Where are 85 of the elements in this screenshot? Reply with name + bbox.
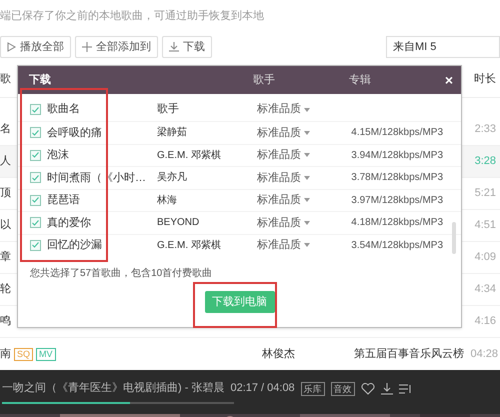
duration-text: 4:16 — [474, 314, 497, 330]
song-title: 琵琶语 — [47, 193, 81, 208]
playlist-icon[interactable] — [398, 382, 413, 394]
song-title: 泡沫 — [47, 148, 70, 163]
song-title: 会呼吸的痛 — [47, 126, 103, 140]
song-title: 时间煮雨（《小时… — [47, 170, 147, 186]
column-header: 歌 — [0, 72, 11, 88]
checkbox[interactable] — [30, 104, 41, 115]
plus-icon — [82, 42, 92, 52]
column-header: 歌曲名 — [47, 102, 81, 118]
checkbox[interactable] — [30, 194, 41, 206]
file-size-text: 4.15M/128kbps/MP3 — [351, 126, 443, 140]
caret-icon — [304, 176, 310, 180]
checkbox[interactable] — [30, 150, 41, 161]
singer-text: 林俊杰 — [262, 346, 296, 362]
checkbox[interactable] — [30, 172, 41, 184]
column-header: 歌手 — [253, 72, 275, 88]
quality-dropdown[interactable]: 标准品质 — [257, 192, 310, 208]
song-title: 人 — [0, 154, 11, 170]
quality-dropdown[interactable]: 标准品质 — [257, 214, 310, 231]
time-text: 02:17 / 04:08 — [230, 381, 295, 396]
tag: SQ — [14, 348, 34, 360]
file-size-text: 3.97M/128kbps/MP3 — [351, 194, 443, 208]
song-title: 章 — [0, 250, 11, 266]
source-select[interactable]: 来自MI 5 — [386, 36, 500, 58]
scrollbar-thumb[interactable] — [452, 222, 456, 254]
column-header: 时长 — [474, 72, 497, 88]
song-title: 真的爱你 — [47, 216, 92, 230]
toolbar-button[interactable]: 下载 — [162, 36, 212, 58]
singer-text: 吴亦凡 — [157, 170, 188, 186]
heart-icon[interactable] — [360, 382, 375, 394]
song-title: 名 — [0, 122, 11, 138]
toolbar-button[interactable]: 播放全部 — [0, 36, 71, 58]
file-size-text: 3.54M/128kbps/MP3 — [351, 238, 443, 253]
player-toggle[interactable]: 乐库 — [300, 382, 325, 396]
duration-text: 3:28 — [474, 154, 497, 170]
quality-dropdown[interactable]: 标准品质 — [257, 147, 310, 164]
caret-icon — [304, 243, 310, 248]
notice-text: 端已保存了你之前的本地歌曲，可通过助手恢复到本地 — [0, 8, 265, 24]
now-playing-text: 一吻之间（《青年医生》电视剧插曲) - 张碧晨 — [2, 380, 224, 396]
quality-dropdown[interactable]: 标准品质 — [257, 101, 310, 118]
file-size-text: 4.18M/128kbps/MP3 — [351, 216, 443, 230]
song-title: 南 — [0, 346, 11, 362]
summary-text: 您共选择了57首歌曲，包含10首付费歌曲 — [30, 266, 214, 281]
quality-dropdown[interactable]: 标准品质 — [257, 237, 310, 254]
duration-text: 04:28 — [469, 346, 499, 362]
song-title: 顶 — [0, 186, 11, 202]
tag: MV — [36, 348, 56, 360]
duration-text: 2:33 — [474, 122, 497, 138]
caret-icon — [304, 198, 310, 202]
dialog-title: 下载 — [29, 72, 51, 88]
song-title: 回忆的沙漏 — [47, 238, 103, 253]
play-icon — [7, 42, 16, 52]
column-header: 歌手 — [157, 102, 180, 118]
singer-text: BEYOND — [157, 216, 200, 230]
download-icon — [169, 42, 179, 52]
checkbox[interactable] — [30, 127, 41, 138]
singer-text: G.E.M. 邓紫棋 — [157, 148, 222, 163]
caret-icon — [304, 220, 310, 225]
download-icon[interactable] — [380, 382, 393, 394]
singer-text: 梁静茹 — [157, 126, 188, 140]
caret-icon — [304, 108, 310, 112]
close-button[interactable]: × — [444, 73, 453, 87]
song-title: 轮 — [0, 282, 11, 298]
progress-track[interactable] — [2, 402, 234, 404]
duration-text: 4:51 — [474, 218, 497, 234]
duration-text: 4:09 — [474, 250, 497, 266]
singer-text: 林海 — [157, 194, 178, 208]
album-text: 第五届百事音乐风云榜 — [354, 346, 465, 362]
caret-icon — [304, 153, 310, 158]
song-title: 以 — [0, 218, 11, 234]
quality-dropdown[interactable]: 标准品质 — [257, 170, 310, 186]
duration-text: 4:34 — [474, 282, 497, 298]
file-size-text: 3.78M/128kbps/MP3 — [351, 171, 443, 186]
checkbox[interactable] — [30, 217, 41, 228]
checkbox[interactable] — [30, 240, 41, 251]
file-size-text: 3.94M/128kbps/MP3 — [351, 148, 443, 163]
column-header: 专辑 — [349, 72, 371, 88]
singer-text: G.E.M. 邓紫棋 — [157, 238, 222, 253]
song-title: 鸣 — [0, 314, 11, 330]
duration-text: 5:21 — [474, 186, 497, 202]
toolbar-button[interactable]: 全部添加到 — [75, 36, 158, 58]
player-toggle[interactable]: 音效 — [330, 382, 355, 396]
quality-dropdown[interactable]: 标准品质 — [257, 124, 310, 141]
caret-icon — [304, 130, 310, 135]
